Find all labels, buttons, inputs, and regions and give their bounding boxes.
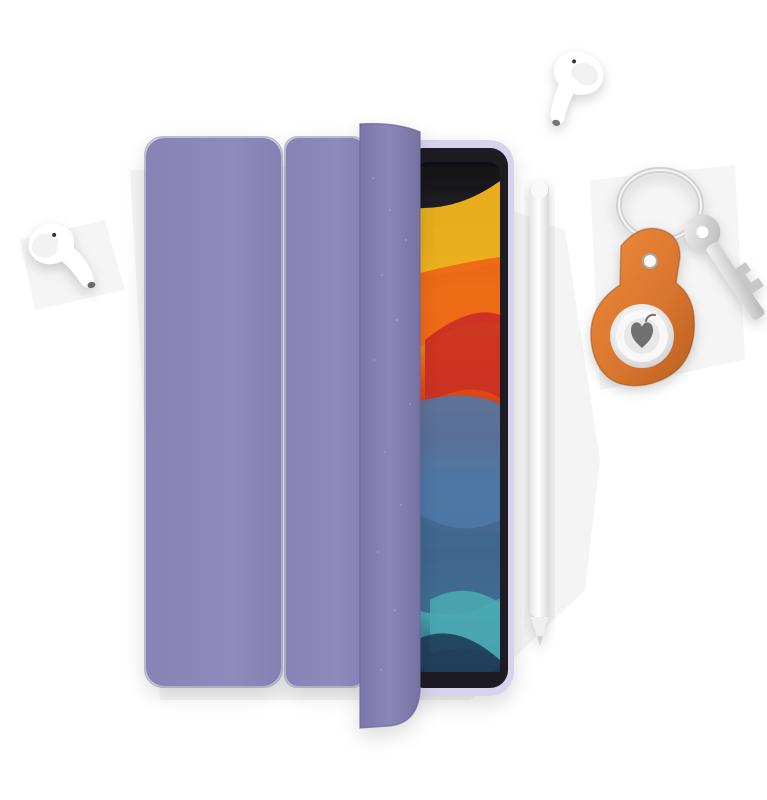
airpod-icon	[550, 51, 604, 126]
pencil-icon	[530, 180, 549, 646]
airpod-right	[550, 51, 604, 126]
folio-cover-icon	[146, 138, 281, 686]
smart-folio	[144, 122, 421, 729]
apple-pencil	[530, 180, 549, 646]
product-collage	[0, 0, 767, 800]
product-collage-art	[20, 51, 765, 729]
